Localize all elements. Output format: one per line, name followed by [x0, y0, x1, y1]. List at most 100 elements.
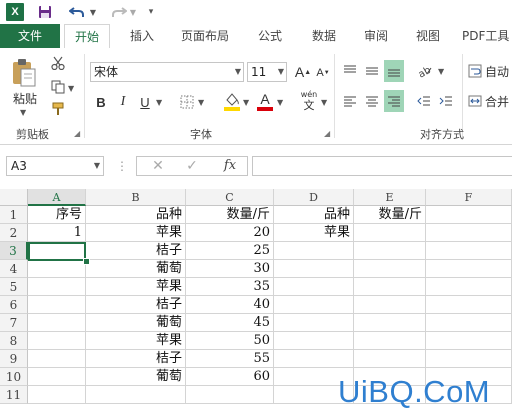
column-header-f[interactable]: F [426, 189, 512, 206]
undo-dropdown-icon[interactable]: ▼ [88, 3, 98, 21]
cell-d6[interactable] [274, 296, 354, 314]
italic-button[interactable]: I [114, 92, 132, 112]
row-header-9[interactable]: 9 [0, 350, 28, 368]
row-header-11[interactable]: 11 [0, 386, 28, 404]
tab-file[interactable]: 文件 [0, 24, 60, 48]
wrap-text-button[interactable]: 自动 [468, 60, 512, 82]
tab-page-layout[interactable]: 页面布局 [172, 24, 238, 48]
fill-color-icon[interactable] [222, 90, 242, 112]
cell-a11[interactable] [28, 386, 86, 404]
cell-c2[interactable]: 20 [186, 224, 274, 242]
cell-e3[interactable] [354, 242, 426, 260]
row-header-6[interactable]: 6 [0, 296, 28, 314]
borders-icon[interactable] [178, 92, 196, 112]
cut-icon[interactable] [48, 54, 68, 72]
align-middle-icon[interactable] [362, 60, 382, 82]
cell-f4[interactable] [426, 260, 512, 278]
cell-e7[interactable] [354, 314, 426, 332]
cell-f7[interactable] [426, 314, 512, 332]
fill-color-dropdown-icon[interactable]: ▼ [243, 98, 249, 107]
align-bottom-icon[interactable] [384, 60, 404, 82]
tab-review[interactable]: 审阅 [354, 24, 398, 48]
tab-data[interactable]: 数据 [302, 24, 346, 48]
cell-c5[interactable]: 35 [186, 278, 274, 296]
cell-b8[interactable]: 苹果 [86, 332, 186, 350]
tab-formulas[interactable]: 公式 [248, 24, 292, 48]
merge-center-button[interactable]: 合并 [468, 90, 512, 112]
cell-a10[interactable] [28, 368, 86, 386]
cell-b7[interactable]: 葡萄 [86, 314, 186, 332]
decrease-indent-icon[interactable] [414, 90, 434, 112]
cell-a4[interactable] [28, 260, 86, 278]
column-header-d[interactable]: D [274, 189, 354, 206]
cell-b5[interactable]: 苹果 [86, 278, 186, 296]
cell-e1[interactable]: 数量/斤 [354, 206, 426, 224]
formula-input[interactable] [252, 156, 512, 176]
phonetic-dropdown-icon[interactable]: ▼ [321, 98, 327, 107]
increase-indent-icon[interactable] [436, 90, 456, 112]
font-color-button[interactable]: A [256, 90, 274, 112]
cell-c3[interactable]: 25 [186, 242, 274, 260]
column-header-b[interactable]: B [86, 189, 186, 206]
paste-button[interactable]: 粘贴 [8, 90, 42, 106]
customize-qat-icon[interactable]: ▾ [146, 3, 156, 21]
cell-d2[interactable]: 苹果 [274, 224, 354, 242]
cell-d8[interactable] [274, 332, 354, 350]
borders-dropdown-icon[interactable]: ▼ [198, 98, 204, 107]
copy-icon[interactable] [48, 78, 68, 96]
cell-a1[interactable]: 序号 [28, 206, 86, 224]
cell-b9[interactable]: 桔子 [86, 350, 186, 368]
cell-f6[interactable] [426, 296, 512, 314]
cell-e6[interactable] [354, 296, 426, 314]
cell-d3[interactable] [274, 242, 354, 260]
format-painter-icon[interactable] [48, 100, 68, 118]
font-name-select[interactable]: 宋体 ▼ [90, 62, 244, 82]
orientation-dropdown-icon[interactable]: ▼ [438, 67, 444, 76]
shrink-font-button[interactable]: A ▼ [314, 64, 332, 82]
cell-b3[interactable]: 桔子 [86, 242, 186, 260]
formula-bar-grip-icon[interactable]: ⋮ [116, 159, 128, 173]
row-header-8[interactable]: 8 [0, 332, 28, 350]
cell-b4[interactable]: 葡萄 [86, 260, 186, 278]
cell-e8[interactable] [354, 332, 426, 350]
cell-d7[interactable] [274, 314, 354, 332]
cell-f5[interactable] [426, 278, 512, 296]
cell-e5[interactable] [354, 278, 426, 296]
fill-handle[interactable] [83, 258, 90, 265]
cell-c10[interactable]: 60 [186, 368, 274, 386]
row-header-7[interactable]: 7 [0, 314, 28, 332]
cell-f9[interactable] [426, 350, 512, 368]
redo-icon[interactable] [108, 3, 130, 21]
font-launcher-icon[interactable]: ◢ [324, 130, 332, 138]
grow-font-button[interactable]: A ▲ [294, 62, 312, 82]
insert-function-icon[interactable]: fx [218, 156, 242, 176]
underline-dropdown-icon[interactable]: ▼ [156, 98, 162, 107]
copy-dropdown-icon[interactable]: ▼ [68, 84, 74, 93]
cell-a9[interactable] [28, 350, 86, 368]
cell-c7[interactable]: 45 [186, 314, 274, 332]
orientation-icon[interactable]: ab [414, 60, 436, 82]
paste-dropdown-icon[interactable]: ▼ [20, 108, 26, 117]
cell-c9[interactable]: 55 [186, 350, 274, 368]
cell-b11[interactable] [86, 386, 186, 404]
cell-a5[interactable] [28, 278, 86, 296]
cell-d5[interactable] [274, 278, 354, 296]
cell-c4[interactable]: 30 [186, 260, 274, 278]
phonetic-guide-button[interactable]: wén 文 [298, 90, 320, 112]
cell-f3[interactable] [426, 242, 512, 260]
cell-d1[interactable]: 品种 [274, 206, 354, 224]
row-header-3[interactable]: 3 [0, 242, 28, 260]
cell-f2[interactable] [426, 224, 512, 242]
column-header-e[interactable]: E [354, 189, 426, 206]
cell-e2[interactable] [354, 224, 426, 242]
cell-a7[interactable] [28, 314, 86, 332]
row-header-10[interactable]: 10 [0, 368, 28, 386]
cell-a8[interactable] [28, 332, 86, 350]
undo-icon[interactable] [66, 3, 88, 21]
cell-f8[interactable] [426, 332, 512, 350]
cell-f1[interactable] [426, 206, 512, 224]
paste-icon[interactable] [8, 56, 40, 90]
tab-view[interactable]: 视图 [406, 24, 450, 48]
row-header-1[interactable]: 1 [0, 206, 28, 224]
cell-b1[interactable]: 品种 [86, 206, 186, 224]
